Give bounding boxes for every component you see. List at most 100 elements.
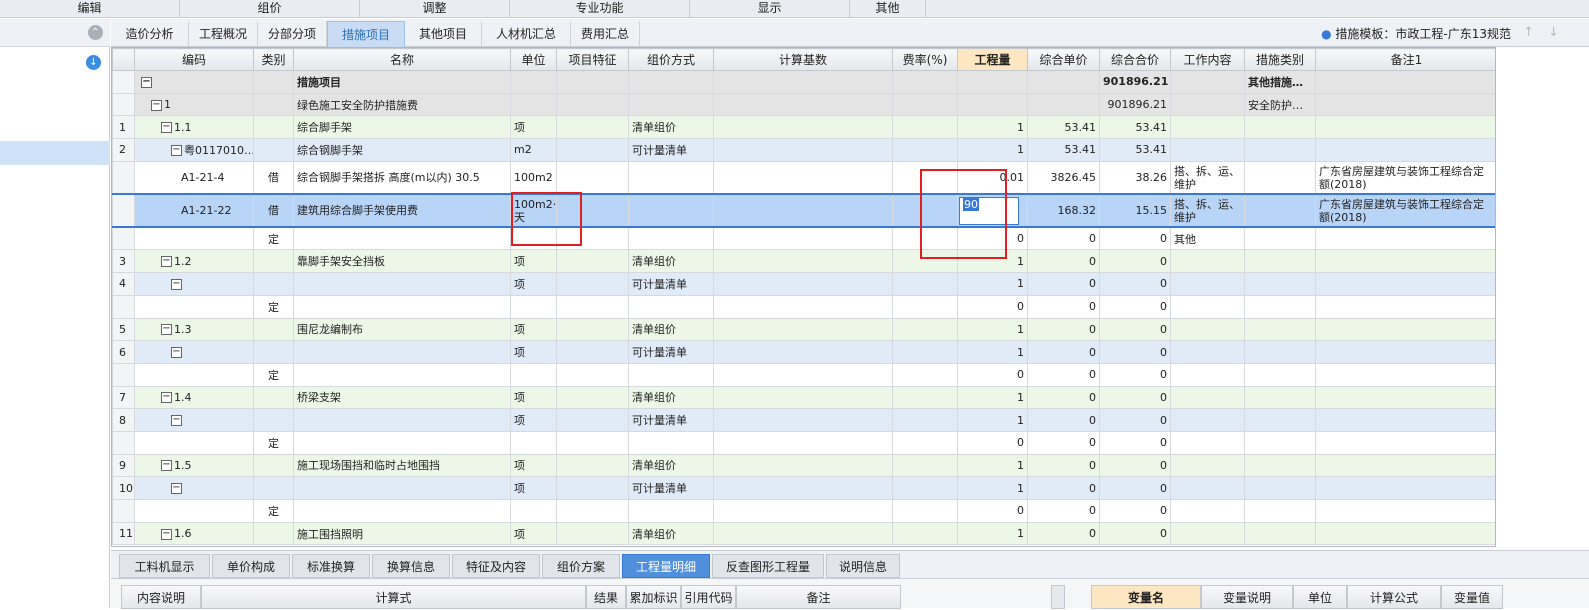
cell-unit[interactable]: 100m2 bbox=[510, 160, 557, 195]
cell-code[interactable]: −1.6 bbox=[134, 521, 254, 546]
cell-method[interactable]: 可计量清单 bbox=[628, 408, 714, 432]
cell-base[interactable] bbox=[713, 385, 893, 410]
cell-uprice[interactable] bbox=[1027, 70, 1100, 94]
cell-uprice[interactable] bbox=[1027, 92, 1100, 117]
cell-cat[interactable] bbox=[253, 453, 294, 478]
cell-code[interactable]: −1.1 bbox=[134, 115, 254, 140]
cell-total[interactable]: 0 bbox=[1099, 249, 1171, 274]
cell-unit[interactable]: 项 bbox=[510, 115, 557, 140]
expand-toggle-icon[interactable]: − bbox=[161, 460, 172, 472]
cell-work[interactable]: 搭、拆、运、维护 bbox=[1170, 160, 1245, 195]
cell-cat[interactable] bbox=[253, 317, 294, 342]
cell-unit[interactable] bbox=[510, 499, 557, 523]
cell-feat[interactable] bbox=[556, 92, 629, 117]
cell-rate[interactable] bbox=[892, 70, 958, 94]
move-down-icon[interactable]: ↓ bbox=[1548, 25, 1559, 40]
expand-toggle-icon[interactable]: − bbox=[171, 483, 182, 495]
cell-method[interactable] bbox=[628, 430, 714, 455]
cell-qty[interactable]: 1 bbox=[957, 521, 1028, 546]
cell-base[interactable] bbox=[713, 521, 893, 546]
cell-code[interactable] bbox=[134, 430, 254, 455]
cell-cat[interactable] bbox=[253, 115, 294, 140]
cell-mtype[interactable] bbox=[1244, 193, 1316, 229]
cell-note[interactable] bbox=[1315, 317, 1495, 342]
cell-mtype[interactable] bbox=[1244, 317, 1316, 342]
cell-uprice[interactable]: 0 bbox=[1027, 249, 1100, 274]
menu-item-2[interactable]: 调整 bbox=[360, 0, 510, 18]
cell-base[interactable] bbox=[713, 362, 893, 387]
cell-code[interactable]: − 粤0117010… bbox=[134, 138, 254, 162]
cell-qty[interactable] bbox=[957, 92, 1028, 117]
column-header-5[interactable]: 组价方式 bbox=[628, 48, 714, 71]
cell-cat[interactable]: 定 bbox=[253, 226, 294, 251]
cell-cat[interactable] bbox=[253, 340, 294, 364]
cell-note[interactable] bbox=[1315, 272, 1495, 296]
table-row[interactable]: 1−1.1 综合脚手架项清单组价 1 53.41 53.41 bbox=[112, 115, 1495, 140]
cell-name[interactable]: 围尼龙编制布 bbox=[293, 317, 511, 342]
cell-base[interactable] bbox=[713, 160, 893, 195]
cell-note[interactable] bbox=[1315, 294, 1495, 319]
table-row[interactable]: 4− 项可计量清单 1 0 0 bbox=[112, 272, 1495, 296]
cell-note[interactable] bbox=[1315, 340, 1495, 364]
cell-uprice[interactable]: 0 bbox=[1027, 476, 1100, 500]
cell-unit[interactable]: 项 bbox=[510, 385, 557, 410]
cell-note[interactable] bbox=[1315, 453, 1495, 478]
quantity-input[interactable]: 90 bbox=[959, 196, 1019, 225]
cell-code[interactable]: A1-21-4 bbox=[134, 160, 254, 195]
column-header-6[interactable]: 计算基数 bbox=[713, 48, 893, 71]
cell-method[interactable] bbox=[628, 160, 714, 195]
cell-total[interactable]: 0 bbox=[1099, 272, 1171, 296]
cell-qty[interactable]: 1 bbox=[957, 317, 1028, 342]
cell-cat[interactable]: 定 bbox=[253, 499, 294, 523]
cell-work[interactable] bbox=[1170, 408, 1245, 432]
cell-qty[interactable]: 1 bbox=[957, 138, 1028, 162]
tab-6[interactable]: 费用汇总 bbox=[571, 21, 640, 47]
cell-total[interactable]: 0 bbox=[1099, 453, 1171, 478]
cell-total[interactable]: 0 bbox=[1099, 385, 1171, 410]
cell-name[interactable]: 综合钢脚手架 bbox=[293, 138, 511, 162]
collapse-up-icon[interactable]: ⌃ bbox=[88, 25, 103, 40]
cell-feat[interactable] bbox=[556, 226, 629, 251]
move-up-icon[interactable]: ↑ bbox=[1523, 25, 1534, 40]
cell-work[interactable] bbox=[1170, 499, 1245, 523]
expand-toggle-icon[interactable]: − bbox=[171, 347, 182, 359]
cell-name[interactable]: 建筑用综合脚手架使用费 bbox=[293, 193, 511, 229]
table-row[interactable]: 定 0 0 0 其他 bbox=[112, 226, 1495, 251]
menu-item-4[interactable]: 显示 bbox=[690, 0, 850, 18]
cell-uprice[interactable]: 0 bbox=[1027, 453, 1100, 478]
cell-method[interactable]: 清单组价 bbox=[628, 317, 714, 342]
table-row[interactable]: −1 绿色施工安全防护措施费 901896.21 安全防护… bbox=[112, 92, 1495, 117]
cell-feat[interactable] bbox=[556, 115, 629, 140]
cell-method[interactable]: 清单组价 bbox=[628, 385, 714, 410]
table-row[interactable]: 定000 bbox=[112, 430, 1495, 455]
cell-name[interactable]: 绿色施工安全防护措施费 bbox=[293, 92, 511, 117]
cell-unit[interactable]: 项 bbox=[510, 408, 557, 432]
cell-total[interactable]: 0 bbox=[1099, 340, 1171, 364]
detail-header-4[interactable]: 引用代码 bbox=[681, 585, 736, 609]
bottom-tab-8[interactable]: 说明信息 bbox=[826, 554, 900, 578]
expand-toggle-icon[interactable]: − bbox=[151, 99, 162, 111]
cell-code[interactable]: − bbox=[134, 340, 254, 364]
cell-note[interactable] bbox=[1315, 362, 1495, 387]
cell-note[interactable] bbox=[1315, 430, 1495, 455]
cell-qty[interactable]: 1 bbox=[957, 476, 1028, 500]
menu-item-5[interactable]: 其他 bbox=[850, 0, 926, 18]
cell-rate[interactable] bbox=[892, 499, 958, 523]
cell-work[interactable] bbox=[1170, 317, 1245, 342]
detail-header-3[interactable]: 累加标识 bbox=[626, 585, 681, 609]
cell-code[interactable] bbox=[134, 499, 254, 523]
cell-feat[interactable] bbox=[556, 160, 629, 195]
cell-name[interactable]: 施工现场围挡和临时占地围挡 bbox=[293, 453, 511, 478]
cell-feat[interactable] bbox=[556, 294, 629, 319]
cell-note[interactable] bbox=[1315, 138, 1495, 162]
cell-feat[interactable] bbox=[556, 499, 629, 523]
cell-method[interactable] bbox=[628, 294, 714, 319]
cell-code[interactable] bbox=[134, 362, 254, 387]
cell-base[interactable] bbox=[713, 340, 893, 364]
cell-base[interactable] bbox=[713, 317, 893, 342]
cell-code[interactable]: −1.3 bbox=[134, 317, 254, 342]
bottom-tab-2[interactable]: 标准换算 bbox=[292, 554, 370, 578]
column-header-13[interactable]: 备注1 bbox=[1315, 48, 1495, 71]
cell-cat[interactable] bbox=[253, 249, 294, 274]
cell-note[interactable]: 广东省房屋建筑与装饰工程综合定额(2018) bbox=[1315, 160, 1495, 195]
